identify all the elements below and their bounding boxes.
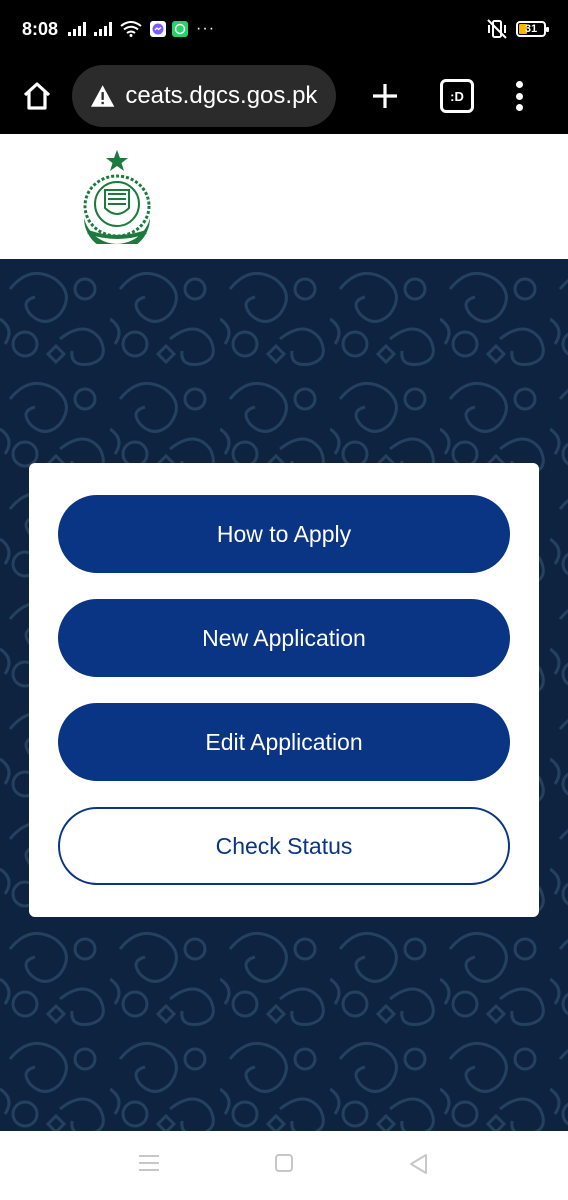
new-application-button[interactable]: New Application [58,599,510,677]
signal-icon-2 [94,22,113,36]
browser-menu-button[interactable] [514,81,524,111]
tab-switcher-button[interactable]: :D [440,79,474,113]
square-icon[interactable] [274,1153,294,1173]
messenger-icon [150,21,167,37]
check-status-button[interactable]: Check Status [58,807,510,885]
whatsapp-icon [172,21,189,37]
how-to-apply-button[interactable]: How to Apply [58,495,510,573]
browser-toolbar: ceats.dgcs.gos.pk :D [0,58,568,134]
plus-icon [373,84,397,108]
more-notifications-indicator: ··· [196,20,216,37]
home-button[interactable] [16,75,58,117]
battery-icon: 31 [516,21,549,37]
menu-icon[interactable] [138,1153,160,1173]
application-menu-card: How to Apply New Application Edit Applic… [29,463,539,917]
sindh-government-logo[interactable] [72,148,162,244]
status-time: 8:08 [22,18,59,39]
url-text[interactable]: ceats.dgcs.gos.pk [125,82,320,110]
address-bar[interactable]: ceats.dgcs.gos.pk [72,65,336,127]
wifi-icon [120,21,142,37]
home-icon [23,82,51,110]
tab-switcher-icon: :D [450,88,464,104]
warning-icon[interactable] [90,84,115,108]
vibrate-mute-icon [487,19,507,39]
new-tab-button[interactable] [368,79,402,113]
system-navigation-bar [0,1131,568,1200]
edit-application-button[interactable]: Edit Application [58,703,510,781]
site-header [0,134,568,259]
status-bar: 8:08 ··· 31 [0,0,568,58]
back-icon[interactable] [408,1153,428,1175]
battery-level: 31 [524,23,538,35]
signal-icon [68,22,87,36]
more-vert-icon [515,81,523,88]
